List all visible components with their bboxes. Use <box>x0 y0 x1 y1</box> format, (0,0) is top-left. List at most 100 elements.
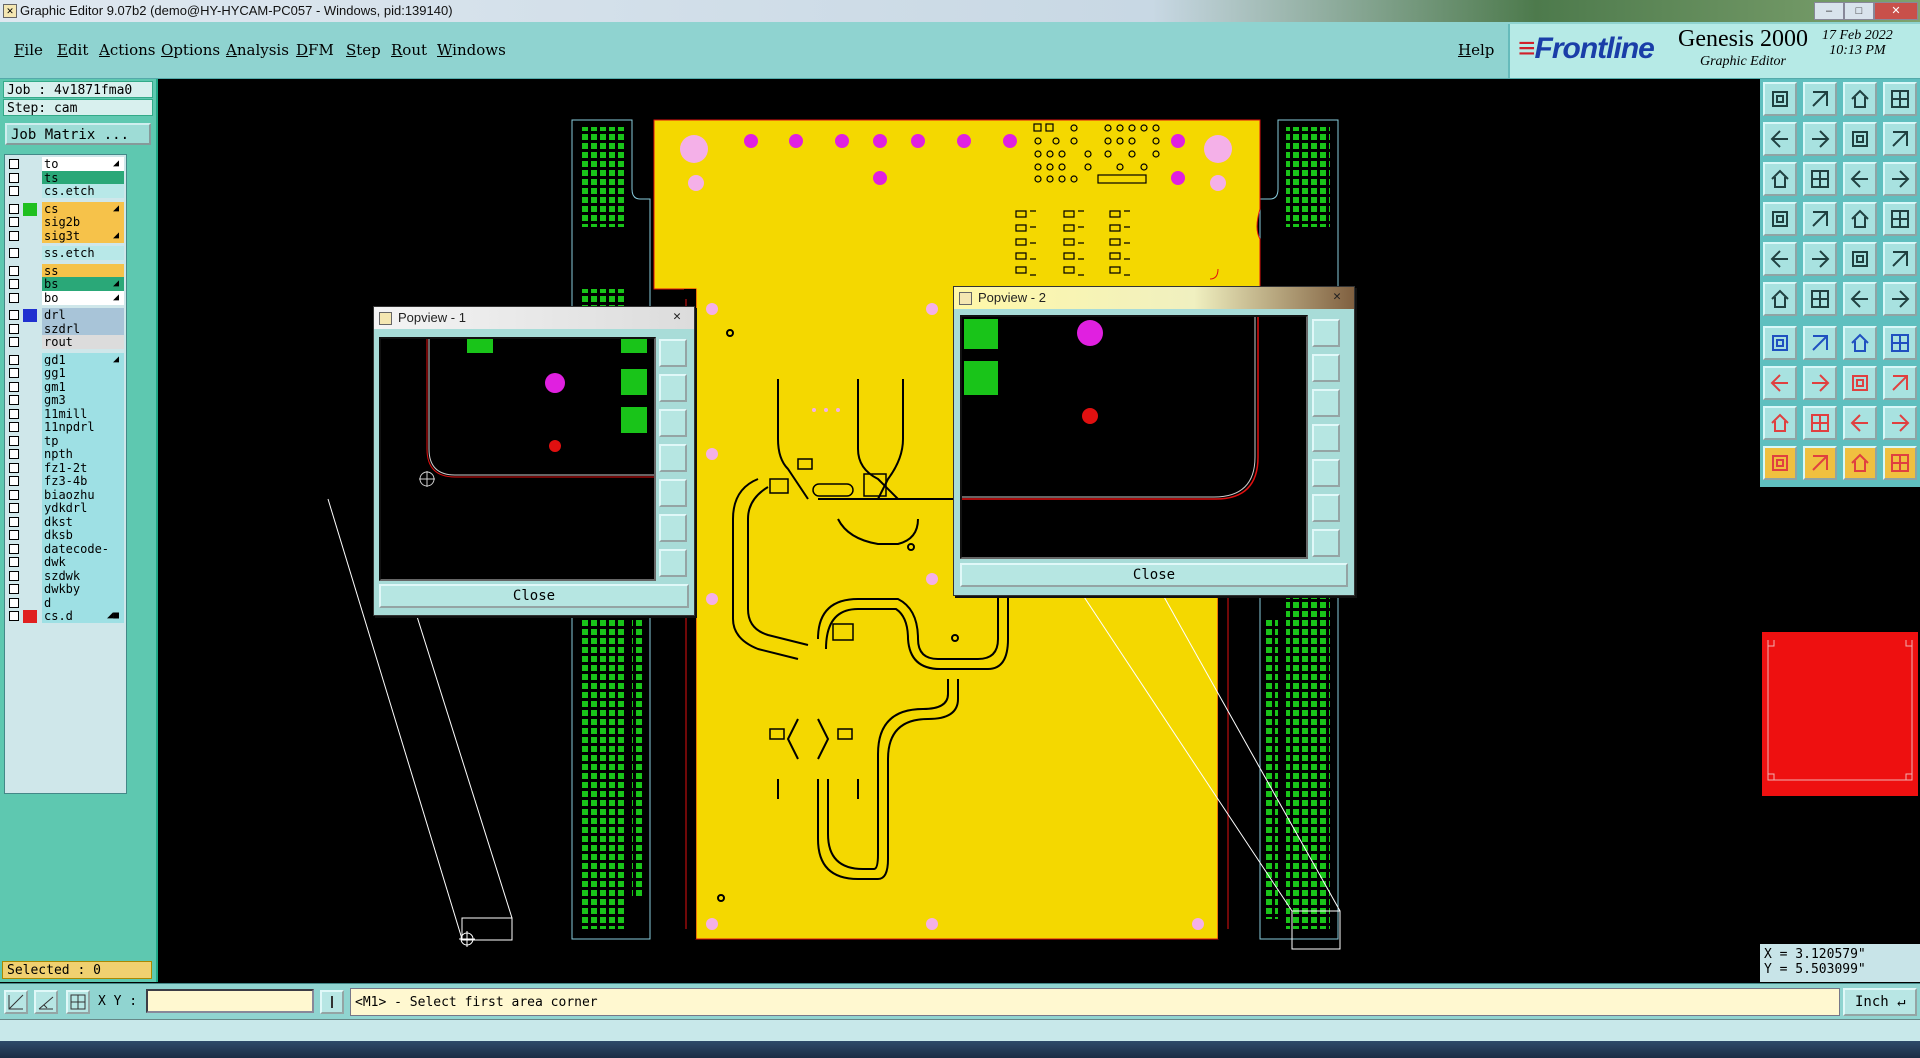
layer-name[interactable]: bs ◢ <box>42 277 124 291</box>
route-a-button[interactable] <box>1843 282 1877 316</box>
layer-checkbox[interactable] <box>9 279 19 289</box>
layer-color-swatch[interactable] <box>23 292 37 305</box>
layer-name[interactable]: dksb <box>42 528 124 542</box>
layer-checkbox[interactable] <box>9 230 19 241</box>
layer-color-swatch[interactable] <box>23 216 37 229</box>
layer-checkbox[interactable] <box>9 381 19 392</box>
layer-row[interactable]: bo ◢ <box>5 290 126 306</box>
layer-color-swatch[interactable] <box>23 489 37 502</box>
maximize-button[interactable]: □ <box>1844 2 1874 20</box>
layer-checkbox[interactable] <box>9 584 19 594</box>
popview-1-zoom-fit-button[interactable] <box>659 549 687 577</box>
pad-tool-button[interactable] <box>1763 242 1797 276</box>
popview-1-pan-right-button[interactable] <box>659 479 687 507</box>
layer-name[interactable]: bo ◢ <box>42 290 124 305</box>
align-tool-button[interactable] <box>1883 326 1917 360</box>
measure-a-button[interactable] <box>1843 202 1877 236</box>
layer-name[interactable]: gm3 <box>42 393 124 407</box>
layer-name[interactable]: sig3t ◢ <box>42 228 124 243</box>
layer-color-swatch[interactable] <box>23 421 37 434</box>
window-close-button[interactable]: ✕ <box>1874 2 1918 20</box>
layer-color-swatch[interactable] <box>23 583 37 596</box>
layer-checkbox[interactable] <box>9 395 19 405</box>
layer-checkbox[interactable] <box>9 476 19 486</box>
layer-name[interactable]: dwk <box>42 555 124 569</box>
layer-checkbox[interactable] <box>9 543 19 554</box>
select-step-button[interactable] <box>1883 446 1917 480</box>
layer-color-swatch[interactable] <box>23 475 37 488</box>
layer-checkbox[interactable] <box>9 570 19 581</box>
triangle-b-button[interactable] <box>1803 406 1837 440</box>
popview-2-zoom-window-button[interactable] <box>1312 319 1340 347</box>
layer-color-swatch[interactable] <box>23 394 37 407</box>
layer-name[interactable]: cs.etch <box>42 184 124 198</box>
popview-1-window[interactable]: Popview - 1 ✕ Close <box>373 306 695 616</box>
popview-1-close-icon[interactable]: ✕ <box>666 309 688 325</box>
menu-analysis[interactable]: Analysis <box>226 41 289 59</box>
job-matrix-button[interactable]: Job Matrix ... <box>5 123 151 145</box>
zoom-in-right-button[interactable] <box>1803 122 1837 156</box>
layer-name[interactable]: ydkdrl <box>42 501 124 515</box>
popview-1-view[interactable] <box>379 337 656 581</box>
layer-row[interactable]: cs.etch <box>5 184 126 199</box>
layer-checkbox[interactable] <box>9 186 19 196</box>
overview-map[interactable] <box>1760 630 1920 798</box>
popview-1-zoom-window-button[interactable] <box>659 339 687 367</box>
layer-name[interactable]: dwkby <box>42 582 124 596</box>
layer-color-swatch[interactable] <box>23 336 37 349</box>
layer-color-swatch[interactable] <box>23 172 37 185</box>
layer-name[interactable]: ss <box>42 263 124 278</box>
popview-2-zoom-fit-button[interactable] <box>1312 529 1340 557</box>
layer-name[interactable]: gd1 ◢ <box>42 352 124 367</box>
layer-color-swatch[interactable] <box>23 185 37 198</box>
fit-screen-button[interactable] <box>1763 162 1797 196</box>
menu-help[interactable]: Help <box>1458 41 1494 59</box>
popview-1-pan-left-button[interactable] <box>659 444 687 472</box>
triangle-a-button[interactable] <box>1763 406 1797 440</box>
layer-checkbox[interactable] <box>9 368 19 378</box>
redo-view-button[interactable] <box>1883 122 1917 156</box>
layer-color-swatch[interactable] <box>23 556 37 569</box>
measure-b-button[interactable] <box>1883 202 1917 236</box>
layer-name[interactable]: d <box>42 595 124 610</box>
layer-color-swatch[interactable] <box>23 570 37 583</box>
line-tool-button[interactable] <box>1803 366 1837 400</box>
xy-input[interactable] <box>146 989 314 1013</box>
network-tool-button[interactable] <box>1883 366 1917 400</box>
layer-checkbox[interactable] <box>9 172 19 183</box>
layer-color-swatch[interactable] <box>23 543 37 556</box>
popview-1-pan-down-button[interactable] <box>659 409 687 437</box>
layer-name[interactable]: biaozhu <box>42 487 124 502</box>
line-blue-button[interactable] <box>1803 326 1837 360</box>
layer-color-swatch[interactable] <box>23 435 37 448</box>
layer-name[interactable]: datecode-pte <box>42 541 124 570</box>
menu-step[interactable]: Step <box>346 41 381 59</box>
line-red-button[interactable] <box>1763 326 1797 360</box>
menu-options[interactable]: Options <box>161 41 220 59</box>
snap-mode-button[interactable] <box>4 990 28 1014</box>
layer-row[interactable]: cs.d ◢■ <box>5 609 126 624</box>
info-icon[interactable] <box>320 990 344 1014</box>
popview-2-close-icon[interactable]: ✕ <box>1326 289 1348 305</box>
query-button[interactable] <box>1883 162 1917 196</box>
layer-checkbox[interactable] <box>9 323 19 334</box>
layer-name[interactable]: fz1-2t <box>42 460 124 475</box>
layer-checkbox[interactable] <box>9 217 19 227</box>
layer-name[interactable]: szdrl <box>42 321 124 336</box>
layer-checkbox[interactable] <box>9 354 19 365</box>
layer-color-swatch[interactable] <box>23 265 37 278</box>
layer-checkbox[interactable] <box>9 422 19 432</box>
triangle-c-button[interactable] <box>1843 406 1877 440</box>
layer-checkbox[interactable] <box>9 159 19 169</box>
rotate-tool-button[interactable] <box>1843 326 1877 360</box>
layer-color-swatch[interactable] <box>23 448 37 461</box>
layer-checkbox[interactable] <box>9 597 19 608</box>
layer-checkbox[interactable] <box>9 203 19 214</box>
popview-2-zoom-home-button[interactable] <box>1312 494 1340 522</box>
layer-color-swatch[interactable] <box>23 309 37 322</box>
layer-color-swatch[interactable] <box>23 247 37 260</box>
layer-name[interactable]: rout <box>42 335 124 349</box>
scale-1-2-button[interactable] <box>1843 162 1877 196</box>
layer-checkbox[interactable] <box>9 435 19 446</box>
layer-name[interactable]: cs ◢ <box>42 201 124 216</box>
